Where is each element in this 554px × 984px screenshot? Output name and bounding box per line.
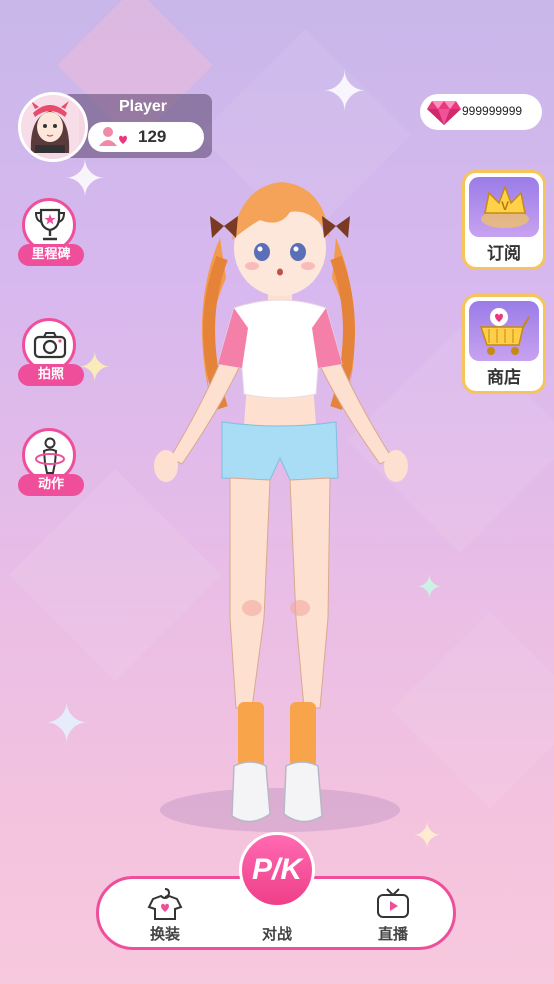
shopping-cart-icon: [479, 308, 530, 355]
nav-dress-up-label: 换装: [149, 925, 180, 943]
milestone-button[interactable]: 里程碑: [18, 198, 84, 270]
milestone-label: 里程碑: [18, 244, 84, 266]
subscribe-button[interactable]: V 订阅: [462, 170, 546, 270]
nav-live[interactable]: 直播: [353, 887, 433, 943]
outfit-hanger-icon: [147, 888, 183, 920]
crown-icon: V: [481, 184, 529, 228]
shop-tile: [469, 301, 539, 361]
pk-badge-text: P/K: [251, 853, 302, 886]
shop-label: 商店: [487, 368, 521, 388]
nav-dress-up[interactable]: 换装: [125, 887, 205, 943]
nav-battle-label: 对战: [261, 925, 292, 943]
subscribe-tile: V: [469, 177, 539, 237]
avatar-portrait-icon: [21, 95, 79, 153]
camera-icon: [33, 332, 67, 359]
follower-count-pill: 129: [88, 122, 204, 152]
pose-button[interactable]: 动作: [18, 428, 84, 500]
sparkle-icon: ✦: [322, 60, 368, 123]
shop-button[interactable]: 商店: [462, 294, 546, 394]
pk-battle-button[interactable]: P/K: [239, 832, 315, 908]
trophy-icon: [34, 208, 66, 241]
follower-count: 129: [138, 127, 167, 146]
subscribe-label: 订阅: [487, 244, 521, 264]
dressed-character: [154, 182, 408, 823]
followers-icon: [99, 127, 127, 146]
player-profile[interactable]: Player 129: [18, 92, 213, 162]
photo-button[interactable]: 拍照: [18, 318, 84, 390]
gem-count: 999999999: [462, 104, 523, 118]
game-screen: ✦ ✦ ✦ ✦ ✦ ✦ Player 129 999999999 里程碑 拍照 …: [0, 0, 554, 984]
gem-balance[interactable]: 999999999: [420, 94, 542, 130]
player-name: Player: [118, 98, 168, 115]
live-tv-icon: [377, 888, 409, 918]
sparkle-icon: ✦: [44, 692, 90, 755]
nav-live-label: 直播: [377, 925, 408, 943]
svg-text:V: V: [501, 199, 509, 213]
photo-label: 拍照: [18, 364, 84, 386]
gem-icon: [427, 101, 461, 125]
pose-icon: [35, 437, 65, 474]
pose-label: 动作: [18, 474, 84, 496]
